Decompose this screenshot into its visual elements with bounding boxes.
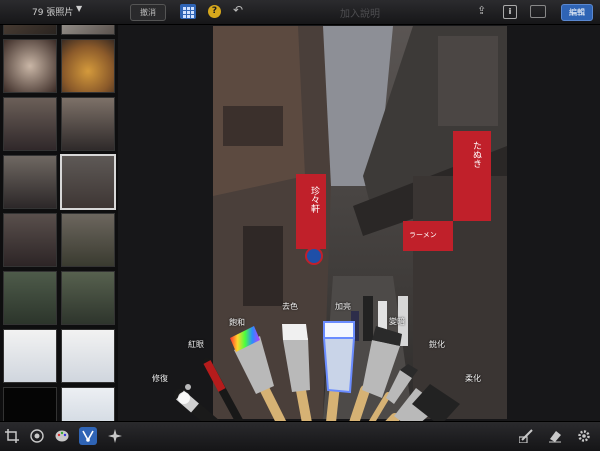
screenshot-thumbnail[interactable] xyxy=(61,329,115,383)
photo-thumbnail[interactable] xyxy=(61,39,115,93)
undo-button[interactable]: 撤消 xyxy=(130,4,166,21)
photo-count[interactable]: 79 張照片 xyxy=(32,5,73,18)
share-icon[interactable]: ⇪ xyxy=(477,4,486,17)
brush-settings-icon[interactable] xyxy=(519,429,533,443)
info-button[interactable]: i xyxy=(503,5,517,19)
photo-thumbnail-selected[interactable] xyxy=(60,154,116,210)
bottom-toolbar xyxy=(0,421,600,451)
eraser-icon[interactable] xyxy=(548,429,562,443)
vertical-shop-sign: 珍々軒 xyxy=(309,186,319,213)
effects-icon[interactable] xyxy=(108,429,122,443)
screenshot-thumbnail[interactable] xyxy=(3,329,57,383)
brush-label-saturate: 飽和 xyxy=(229,318,245,327)
thumbnail-sidebar[interactable] xyxy=(0,25,118,421)
brush-label-sharpen: 銳化 xyxy=(429,340,445,349)
brush-label-lighten: 加亮 xyxy=(335,302,351,311)
exposure-icon[interactable] xyxy=(30,429,44,443)
brushes-icon[interactable] xyxy=(79,427,97,445)
photo-thumbnail[interactable] xyxy=(3,387,57,421)
revert-icon[interactable]: ↶ xyxy=(233,3,243,17)
photo-thumbnail[interactable] xyxy=(3,39,57,93)
color-palette-icon[interactable] xyxy=(55,429,69,443)
screenshot-thumbnail[interactable] xyxy=(61,387,115,421)
small-shop-sign: ラーメン xyxy=(409,231,437,239)
crop-icon[interactable] xyxy=(5,429,19,443)
photo-thumbnail[interactable] xyxy=(61,271,115,325)
photo-thumbnail[interactable] xyxy=(61,97,115,151)
dropdown-arrow-icon[interactable]: ▼ xyxy=(76,4,82,13)
caption-field[interactable]: 加入說明 xyxy=(300,5,420,20)
gear-icon[interactable] xyxy=(577,429,591,443)
brush-label-red-eye: 紅眼 xyxy=(188,340,204,349)
brush-label-soften: 柔化 xyxy=(465,374,481,383)
brush-label-heal: 修復 xyxy=(152,374,168,383)
photo-thumbnail[interactable] xyxy=(3,25,57,35)
help-button[interactable]: ? xyxy=(208,5,221,18)
photo-thumbnail[interactable] xyxy=(3,155,57,209)
brush-label-darken: 變暗 xyxy=(389,317,405,326)
compare-icon[interactable] xyxy=(530,5,546,18)
photo-thumbnail[interactable] xyxy=(3,213,57,267)
top-toolbar: 79 張照片 ▼ 撤消 ? ↶ 加入說明 ⇪ i 編輯 xyxy=(0,0,600,25)
photo-thumbnail[interactable] xyxy=(3,97,57,151)
photo-thumbnail[interactable] xyxy=(61,25,115,35)
edit-button[interactable]: 編輯 xyxy=(561,4,593,21)
brush-label-desaturate: 去色 xyxy=(282,302,298,311)
photo-thumbnail[interactable] xyxy=(61,213,115,267)
grid-view-icon[interactable] xyxy=(180,4,196,19)
right-shop-sign: たぬき xyxy=(471,141,481,168)
photo-thumbnail[interactable] xyxy=(3,271,57,325)
